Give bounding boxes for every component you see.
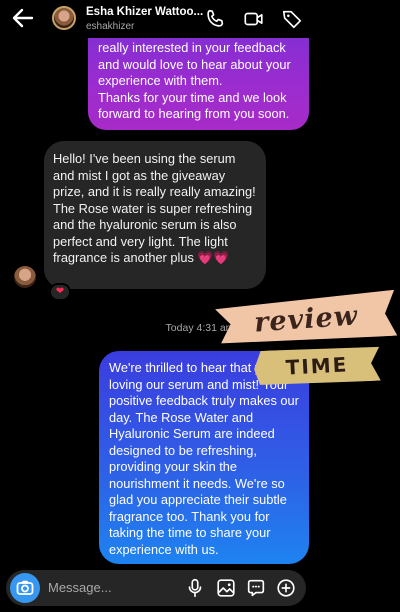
time-sticker-text: TIME [285, 352, 349, 380]
add-icon[interactable] [275, 577, 297, 599]
review-sticker-text: review [253, 299, 359, 339]
message-composer[interactable]: Message... [6, 570, 306, 606]
message-thread[interactable]: really interested in your feedback and w… [0, 38, 400, 568]
back-arrow-icon[interactable] [10, 6, 36, 30]
contact-avatar[interactable] [52, 6, 76, 30]
incoming-message[interactable]: Hello! I've been using the serum and mis… [44, 141, 266, 289]
gallery-icon[interactable] [215, 577, 237, 599]
tag-icon[interactable] [281, 8, 303, 30]
microphone-icon[interactable] [184, 577, 206, 599]
review-sticker: review [215, 290, 398, 348]
camera-icon [16, 580, 34, 595]
outgoing-message[interactable]: really interested in your feedback and w… [88, 38, 309, 130]
sticker-icon[interactable] [245, 577, 267, 599]
camera-button[interactable] [10, 573, 40, 603]
video-call-icon[interactable] [243, 8, 265, 30]
contact-handle[interactable]: eshakhizer [86, 21, 134, 32]
message-input[interactable]: Message... [48, 580, 112, 595]
sender-avatar[interactable] [14, 266, 36, 288]
time-sticker: TIME [253, 345, 381, 388]
phone-icon[interactable] [204, 8, 226, 30]
contact-name[interactable]: Esha Khizer Wattoo... [86, 6, 203, 18]
heart-reaction[interactable]: ❤ [49, 283, 71, 301]
chat-header: Esha Khizer Wattoo... eshakhizer [0, 0, 400, 38]
